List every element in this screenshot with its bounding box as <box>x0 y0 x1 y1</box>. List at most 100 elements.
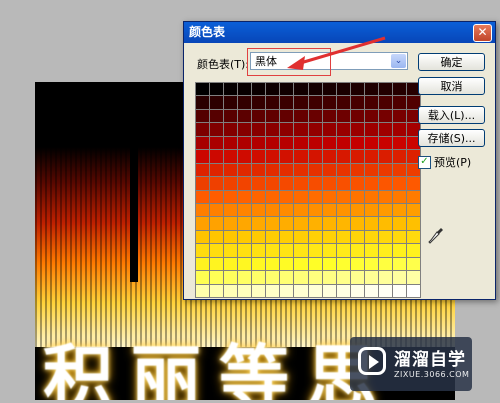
color-swatch[interactable] <box>350 96 364 109</box>
color-swatch[interactable] <box>322 96 336 109</box>
color-swatch[interactable] <box>350 271 364 284</box>
color-swatch[interactable] <box>308 190 322 203</box>
color-swatch[interactable] <box>364 177 378 190</box>
color-swatch[interactable] <box>350 244 364 257</box>
color-swatch[interactable] <box>196 109 210 123</box>
color-swatch[interactable] <box>224 217 238 230</box>
color-swatch[interactable] <box>378 96 392 109</box>
color-swatch[interactable] <box>266 190 280 203</box>
color-swatch[interactable] <box>392 217 406 230</box>
color-swatch[interactable] <box>364 257 378 271</box>
color-swatch[interactable] <box>280 123 294 136</box>
color-swatch[interactable] <box>378 257 392 271</box>
color-swatch[interactable] <box>322 150 336 163</box>
color-swatch[interactable] <box>392 136 406 150</box>
color-swatch[interactable] <box>392 271 406 284</box>
color-swatch[interactable] <box>350 136 364 150</box>
color-swatch[interactable] <box>294 284 308 297</box>
color-swatch[interactable] <box>378 190 392 203</box>
color-swatch[interactable] <box>238 177 252 190</box>
color-swatch[interactable] <box>336 109 350 123</box>
color-swatch[interactable] <box>392 177 406 190</box>
color-swatch[interactable] <box>350 109 364 123</box>
color-swatch[interactable] <box>280 257 294 271</box>
color-swatch[interactable] <box>336 284 350 297</box>
color-swatch[interactable] <box>294 271 308 284</box>
color-swatch[interactable] <box>280 177 294 190</box>
color-swatch[interactable] <box>322 177 336 190</box>
color-swatch[interactable] <box>224 150 238 163</box>
color-swatch[interactable] <box>378 150 392 163</box>
color-swatch[interactable] <box>224 244 238 257</box>
color-swatch[interactable] <box>252 190 266 203</box>
chevron-down-icon[interactable]: ⌄ <box>391 54 406 68</box>
color-swatch[interactable] <box>378 83 392 96</box>
color-swatch[interactable] <box>350 83 364 96</box>
color-swatch[interactable] <box>308 230 322 244</box>
color-swatch[interactable] <box>308 96 322 109</box>
color-swatch[interactable] <box>322 257 336 271</box>
color-swatch[interactable] <box>350 150 364 163</box>
color-swatch[interactable] <box>238 190 252 203</box>
color-swatch[interactable] <box>378 230 392 244</box>
color-swatch[interactable] <box>280 150 294 163</box>
color-swatch[interactable] <box>252 203 266 217</box>
color-swatch[interactable] <box>280 244 294 257</box>
color-swatch[interactable] <box>266 96 280 109</box>
color-swatch[interactable] <box>336 244 350 257</box>
color-swatch[interactable] <box>322 163 336 177</box>
color-swatch[interactable] <box>238 217 252 230</box>
color-swatch[interactable] <box>238 96 252 109</box>
color-swatch[interactable] <box>364 244 378 257</box>
color-swatch[interactable] <box>210 257 224 271</box>
color-swatch[interactable] <box>308 109 322 123</box>
color-swatch[interactable] <box>280 284 294 297</box>
color-swatch[interactable] <box>392 96 406 109</box>
color-swatch[interactable] <box>378 163 392 177</box>
color-swatch[interactable] <box>294 230 308 244</box>
color-swatch[interactable] <box>266 271 280 284</box>
color-swatch[interactable] <box>294 150 308 163</box>
color-swatch[interactable] <box>350 217 364 230</box>
color-swatch[interactable] <box>224 109 238 123</box>
color-swatch[interactable] <box>322 136 336 150</box>
color-swatch[interactable] <box>322 83 336 96</box>
color-swatch[interactable] <box>252 177 266 190</box>
color-swatch[interactable] <box>406 203 420 217</box>
color-swatch[interactable] <box>322 217 336 230</box>
color-swatch[interactable] <box>238 284 252 297</box>
color-swatch[interactable] <box>322 109 336 123</box>
color-swatch[interactable] <box>266 284 280 297</box>
color-swatch[interactable] <box>350 190 364 203</box>
color-swatch[interactable] <box>196 203 210 217</box>
color-swatch[interactable] <box>294 109 308 123</box>
color-swatch[interactable] <box>322 203 336 217</box>
color-swatch[interactable] <box>266 83 280 96</box>
color-swatch[interactable] <box>224 257 238 271</box>
color-swatch[interactable] <box>280 203 294 217</box>
color-swatch[interactable] <box>336 257 350 271</box>
color-swatch[interactable] <box>210 96 224 109</box>
color-swatch[interactable] <box>280 163 294 177</box>
color-swatch[interactable] <box>196 136 210 150</box>
color-swatch[interactable] <box>252 257 266 271</box>
color-swatch[interactable] <box>364 230 378 244</box>
color-swatch[interactable] <box>294 83 308 96</box>
color-swatch[interactable] <box>378 136 392 150</box>
color-swatch[interactable] <box>350 163 364 177</box>
color-swatch[interactable] <box>336 230 350 244</box>
color-swatch[interactable] <box>392 163 406 177</box>
color-swatch[interactable] <box>392 150 406 163</box>
color-swatch[interactable] <box>238 230 252 244</box>
color-swatch[interactable] <box>308 150 322 163</box>
color-swatch[interactable] <box>238 150 252 163</box>
color-swatch[interactable] <box>294 123 308 136</box>
color-swatch[interactable] <box>350 257 364 271</box>
color-swatch[interactable] <box>266 177 280 190</box>
color-swatch[interactable] <box>406 230 420 244</box>
color-swatch[interactable] <box>210 271 224 284</box>
color-swatch[interactable] <box>378 203 392 217</box>
color-swatch[interactable] <box>336 83 350 96</box>
color-swatch[interactable] <box>350 177 364 190</box>
color-swatch[interactable] <box>280 230 294 244</box>
